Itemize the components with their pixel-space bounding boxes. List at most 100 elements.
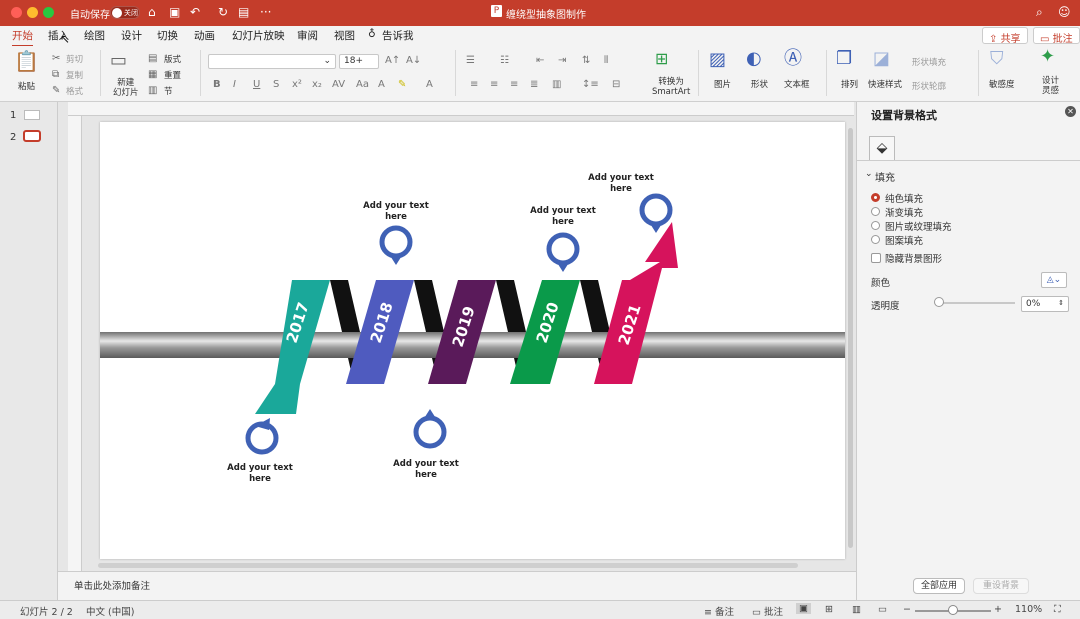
picture-fill-radio[interactable] [871,221,880,230]
slideshow-icon[interactable]: ▭ [878,604,887,615]
slide-thumbnail-selected[interactable] [23,130,41,142]
language-status[interactable]: 中文 (中国) [86,604,134,618]
fit-to-window-icon[interactable]: ⛶ [1054,604,1061,615]
align-left-icon[interactable]: ≡ [470,79,478,90]
subscript-icon[interactable]: x₂ [312,79,322,90]
superscript-icon[interactable]: x² [292,79,302,90]
change-case-icon[interactable]: Aa [356,79,369,90]
present-icon[interactable]: ▤ [238,5,249,19]
new-slide-label[interactable]: 新建 幻灯片 [113,78,139,98]
layout-icon[interactable]: ▤ [148,52,157,66]
tab-view[interactable]: 视图 [334,28,355,45]
account-icon[interactable]: ☺ [1058,5,1071,19]
vertical-scrollbar[interactable] [848,128,853,548]
layout-label[interactable]: 版式 [164,53,181,65]
apply-all-button[interactable]: 全部应用 [913,578,965,594]
tab-design[interactable]: 设计 [121,28,142,45]
quick-styles-label[interactable]: 快速样式 [868,78,902,90]
reading-view-icon[interactable]: ▥ [852,604,861,615]
more-icon[interactable]: ··· [260,5,271,19]
textbox-label[interactable]: 文本框 [784,78,810,90]
solid-fill-radio[interactable] [871,193,880,202]
distributed-icon[interactable]: ▥ [552,79,561,90]
arrange-icon[interactable]: ❐ [836,50,852,68]
transparency-slider-track[interactable] [937,302,1015,304]
reset-icon[interactable]: ▦ [148,68,157,82]
paste-icon[interactable]: 📋 [14,51,39,71]
sensitivity-icon[interactable]: ⛉ [990,50,1004,68]
clear-format-icon[interactable]: A [378,79,385,90]
hide-background-label[interactable]: 隐藏背景图形 [885,251,942,265]
align-center-icon[interactable]: ≡ [490,79,498,90]
cut-icon[interactable]: ✂ [52,52,60,66]
decrease-font-icon[interactable]: A↓ [406,55,421,66]
transparency-input[interactable]: 0% ⇕ [1021,296,1069,312]
timeline-text-2020[interactable]: Add your text here [523,206,603,228]
document-title[interactable]: 缠绕型抽象图制作 [506,6,586,21]
shape-fill-label[interactable]: 形状填充 [912,56,946,68]
numbering-icon[interactable]: ☷ [500,55,509,66]
format-painter-icon[interactable]: ✎ [52,84,60,98]
arrange-label[interactable]: 排列 [841,78,858,90]
tab-transitions[interactable]: 切换 [157,28,178,45]
zoom-level[interactable]: 110% [1015,604,1042,615]
tab-home[interactable]: 开始 [12,28,33,47]
zoom-out-icon[interactable]: − [903,604,911,615]
slide-sorter-icon[interactable]: ⊞ [825,604,833,615]
comments-toggle[interactable]: ▭ 批注 [752,604,783,618]
italic-icon[interactable]: I [233,79,236,90]
tab-review[interactable]: 审阅 [297,28,318,45]
bold-icon[interactable]: B [213,79,221,90]
notes-placeholder[interactable]: 单击此处添加备注 [74,578,150,592]
tab-animations[interactable]: 动画 [194,28,215,45]
chevron-down-icon[interactable]: ⌄ [865,169,873,179]
fill-option-label[interactable]: 渐变填充 [885,205,923,219]
notes-pane[interactable]: 单击此处添加备注 [58,571,856,600]
close-window-button[interactable] [11,7,22,18]
reset-label[interactable]: 重置 [164,69,181,81]
bullets-icon[interactable]: ☰ [466,55,475,66]
justify-icon[interactable]: ≣ [530,79,538,90]
color-picker-button[interactable]: ◬⌄ [1041,272,1067,288]
transparency-slider-handle[interactable] [934,297,944,307]
reset-background-button[interactable]: 重设背景 [973,578,1029,594]
shape-outline-label[interactable]: 形状轮廓 [912,80,946,92]
normal-view-icon[interactable]: ▣ [796,603,811,614]
underline-icon[interactable]: U [253,79,260,90]
stepper-icon[interactable]: ⇕ [1058,299,1064,307]
designer-icon[interactable]: ✦ [1040,48,1055,66]
designer-label[interactable]: 设计 灵感 [1042,76,1059,96]
minimize-window-button[interactable] [27,7,38,18]
section-label[interactable]: 节 [164,85,173,97]
sensitivity-label[interactable]: 敏感度 [989,78,1015,90]
tab-tell-me[interactable]: 告诉我 [382,28,414,45]
align-right-icon[interactable]: ≡ [510,79,518,90]
section-icon[interactable]: ▥ [148,84,157,98]
picture-icon[interactable]: ▨ [709,51,726,69]
undo-icon[interactable]: ↶ [190,5,200,19]
decrease-indent-icon[interactable]: ⇤ [536,55,544,66]
increase-font-icon[interactable]: A↑ [385,55,400,66]
redo-icon[interactable]: ↻ [218,5,228,19]
zoom-in-icon[interactable]: + [994,604,1002,615]
share-button[interactable]: ⇪ 共享 [982,27,1028,45]
fill-bucket-icon[interactable]: ⬙ [869,136,895,160]
copy-icon[interactable]: ⧉ [52,68,59,82]
fill-option-label[interactable]: 图案填充 [885,233,923,247]
text-direction-icon[interactable]: ⇅ [582,55,590,66]
autosave-toggle[interactable]: 关闭 [110,6,140,19]
tab-slideshow[interactable]: 幻灯片放映 [232,28,285,45]
save-icon[interactable]: ▣ [169,5,180,19]
fill-option-label[interactable]: 纯色填充 [885,191,923,205]
slide-thumbnail[interactable] [24,110,40,120]
line-spacing-icon[interactable]: ↕≡ [582,79,599,90]
quick-styles-icon[interactable]: ◪ [873,50,890,68]
timeline-text-2021[interactable]: Add your text here [581,173,661,195]
align-text-icon[interactable]: ⊟ [612,79,620,90]
columns-icon[interactable]: ⫴ [604,55,608,66]
shape-label[interactable]: 形状 [751,78,768,90]
fill-section-header[interactable]: 填充 [875,169,895,184]
increase-indent-icon[interactable]: ⇥ [558,55,566,66]
picture-label[interactable]: 图片 [714,78,731,90]
highlight-icon[interactable]: ✎ [398,79,406,90]
